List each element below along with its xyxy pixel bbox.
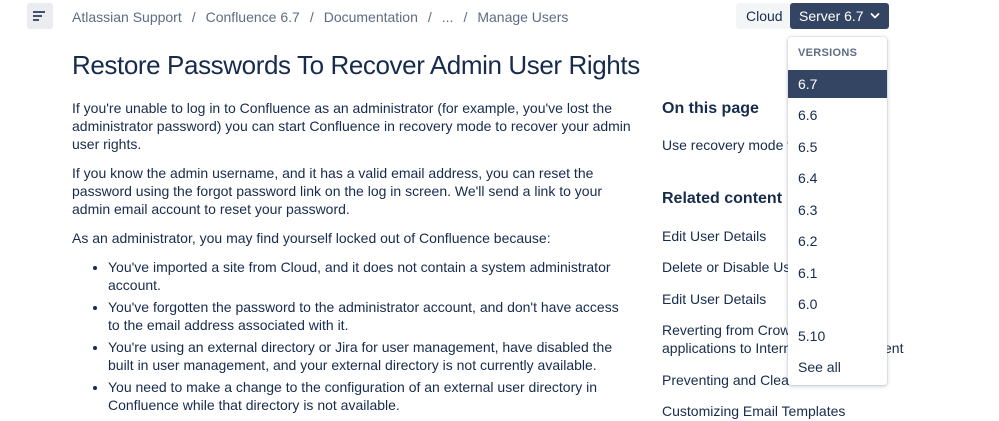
related-link-delete-disable-user[interactable]: Delete or Disable User — [662, 258, 803, 276]
version-see-all[interactable]: See all — [788, 353, 887, 381]
intro-paragraph: If you're unable to log in to Confluence… — [72, 100, 631, 152]
breadcrumb-documentation[interactable]: Documentation — [324, 9, 418, 25]
related-link-preventing-cleaning[interactable]: Preventing and Cleanin — [662, 371, 808, 389]
reset-paragraph: If you know the admin username, and it h… — [72, 165, 603, 217]
version-item-6-1[interactable]: 6.1 — [788, 259, 887, 287]
version-item-6-0[interactable]: 6.0 — [788, 290, 887, 318]
related-link-edit-user-details-2[interactable]: Edit User Details — [662, 290, 766, 308]
version-item-6-2[interactable]: 6.2 — [788, 227, 887, 255]
breadcrumb: Atlassian Support / Confluence 6.7 / Doc… — [72, 9, 568, 25]
version-item-6-4[interactable]: 6.4 — [788, 164, 887, 192]
reasons-list: You've imported a site from Cloud, and i… — [72, 258, 632, 414]
related-link-edit-user-details[interactable]: Edit User Details — [662, 227, 766, 245]
breadcrumb-confluence[interactable]: Confluence 6.7 — [206, 9, 300, 25]
list-item: You've forgotten the password to the adm… — [108, 298, 632, 334]
toc-link-recovery-mode[interactable]: Use recovery mode to — [662, 136, 799, 154]
breadcrumb-ellipsis[interactable]: ... — [442, 9, 454, 25]
versions-dropdown: VERSIONS 6.7 6.6 6.5 6.4 6.3 6.2 6.1 6.0… — [788, 37, 887, 385]
breadcrumb-manage-users[interactable]: Manage Users — [477, 9, 568, 25]
article-body: If you're unable to log in to Confluence… — [72, 99, 632, 418]
version-item-5-10[interactable]: 5.10 — [788, 322, 887, 350]
breadcrumb-atlassian-support[interactable]: Atlassian Support — [72, 9, 182, 25]
version-item-6-3[interactable]: 6.3 — [788, 196, 887, 224]
versions-heading: VERSIONS — [798, 47, 858, 59]
breadcrumb-separator: / — [463, 9, 468, 25]
menu-button[interactable] — [27, 3, 53, 29]
version-item-6-5[interactable]: 6.5 — [788, 133, 887, 161]
breadcrumb-separator: / — [191, 9, 196, 25]
related-link-customizing-email-templates[interactable]: Customizing Email Templates — [662, 402, 845, 420]
cloud-button-label: Cloud — [746, 8, 783, 24]
related-link-reverting-from-crowd[interactable]: Reverting from Crowd — [662, 321, 798, 339]
breadcrumb-separator: / — [309, 9, 314, 25]
related-content-heading: Related content — [662, 190, 783, 207]
menu-icon — [33, 11, 45, 21]
related-link-reverting-from-crowd-line2[interactable]: applications to Internal — [662, 339, 802, 357]
locked-out-paragraph: As an administrator, you may find yourse… — [72, 230, 551, 246]
chevron-down-icon — [870, 13, 880, 19]
version-item-6-6[interactable]: 6.6 — [788, 101, 887, 129]
breadcrumb-separator: / — [427, 9, 432, 25]
page-title: Restore Passwords To Recover Admin User … — [72, 50, 640, 80]
list-item: You're using an external directory or Ji… — [108, 338, 632, 374]
server-version-label: Server 6.7 — [799, 8, 864, 24]
list-item: You need to make a change to the configu… — [108, 378, 632, 414]
list-item: You've imported a site from Cloud, and i… — [108, 258, 632, 294]
server-version-button[interactable]: Server 6.7 — [790, 3, 889, 29]
version-item-6-7[interactable]: 6.7 — [788, 70, 887, 98]
on-this-page-heading: On this page — [662, 100, 759, 117]
page: Atlassian Support / Confluence 6.7 / Doc… — [0, 0, 999, 421]
cloud-button[interactable]: Cloud — [736, 3, 793, 29]
